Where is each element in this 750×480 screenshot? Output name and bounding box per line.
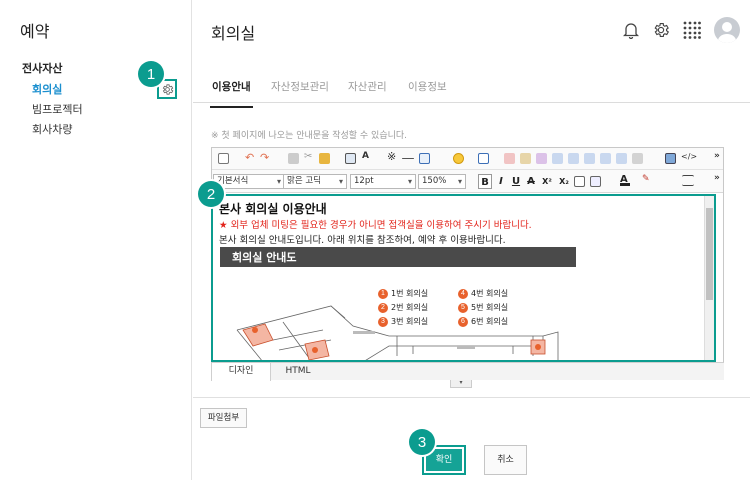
source-code-icon[interactable]: </> (681, 152, 697, 163)
emoticon-icon[interactable] (453, 153, 464, 164)
table-tool-icon[interactable] (520, 153, 531, 164)
font-family-select[interactable]: 맑은 고딕 (283, 174, 347, 189)
paragraph-style-select[interactable]: 기본서식 (213, 174, 285, 189)
table-tool-icon[interactable] (536, 153, 547, 164)
copy-icon[interactable] (288, 153, 299, 164)
divider (193, 397, 750, 398)
table-tool-icon[interactable] (504, 153, 515, 164)
step-badge-3: 3 (409, 429, 435, 455)
font-color-icon[interactable]: A (620, 174, 630, 186)
page-title: 회의실 (211, 24, 256, 43)
tab-usage-info[interactable]: 이용정보 (408, 79, 447, 94)
table-tool-icon[interactable] (632, 153, 643, 164)
highlight-color-icon[interactable]: ✎ (642, 174, 653, 185)
sidebar-item-company-car[interactable]: 회사차량 (32, 121, 72, 137)
cancel-button[interactable]: 취소 (484, 445, 527, 475)
strikethrough-button[interactable]: A (525, 174, 537, 189)
bold-button[interactable]: B (478, 174, 492, 189)
bell-icon[interactable] (623, 21, 639, 39)
subscript-button[interactable]: X₂ (557, 174, 571, 189)
gear-icon (162, 83, 173, 95)
paste-icon[interactable] (319, 153, 330, 164)
cut-icon[interactable]: ✂ (304, 151, 315, 162)
image-icon[interactable] (665, 153, 676, 164)
table-tool-icon[interactable] (584, 153, 595, 164)
header-actions (610, 14, 750, 46)
horizontal-rule-icon[interactable] (402, 158, 414, 159)
table-tool-icon[interactable] (552, 153, 563, 164)
editor-toolbar-row-1: ↶ ↷ ✂ A ※ </> » (212, 148, 723, 170)
tab-html-mode[interactable]: HTML (271, 363, 325, 381)
table-icon[interactable] (478, 153, 489, 164)
underline-button[interactable]: U (510, 174, 522, 189)
tab-asset-management[interactable]: 자산관리 (348, 79, 387, 94)
floor-plan-drawing (236, 305, 559, 360)
tab-asset-info-management[interactable]: 자산정보관리 (271, 79, 329, 94)
editor-resize-handle[interactable]: ▾ (450, 380, 472, 388)
scrollbar-thumb[interactable] (706, 208, 713, 300)
settings-gear-icon[interactable] (652, 21, 670, 39)
table-tool-icon[interactable] (568, 153, 579, 164)
table-tool-icon[interactable] (616, 153, 627, 164)
step-badge-1: 1 (138, 61, 164, 87)
tab-usage-guide[interactable]: 이용안내 (210, 79, 253, 108)
redo-icon[interactable]: ↷ (260, 151, 271, 164)
apps-grid-icon[interactable] (683, 21, 701, 39)
sidebar-item-beam-projector[interactable]: 빔프로젝터 (32, 101, 83, 117)
tab-bar: 이용안내 자산정보관리 자산관리 이용정보 (193, 64, 750, 108)
sidebar-item-meeting-room[interactable]: 회의실 (32, 81, 62, 97)
list-icon[interactable] (682, 175, 694, 186)
editor-mode-tabs: 디자인 HTML (211, 362, 724, 381)
more-tools-icon[interactable]: » (714, 151, 725, 162)
content-info: 본사 회의실 안내도입니다. 아래 위치를 참조하여, 예약 후 이용바랍니다. (219, 235, 506, 246)
editor-toolbar-row-2: 기본서식 맑은 고딕 12pt 150% B I U A X² X₂ A ✎ » (212, 170, 723, 193)
warning-text: 외부 업체 미팅은 필요한 경우가 아니면 접객실을 이용하여 주시기 바랍니다… (230, 220, 532, 231)
attach-file-button[interactable]: 파일첨부 (200, 408, 247, 428)
confirm-button-label: 확인 (426, 449, 462, 471)
special-char-icon[interactable]: ※ (387, 150, 398, 163)
step-badge-2: 2 (198, 181, 224, 207)
more-format-icon[interactable]: » (714, 173, 725, 184)
italic-button[interactable]: I (495, 174, 507, 189)
editor-content-area[interactable]: 본사 회의실 이용안내 ★ 외부 업체 미팅은 필요한 경우가 아니면 접객실을… (211, 194, 716, 362)
table-tool-icon[interactable] (600, 153, 611, 164)
sidebar-group-label: 전사자산 (22, 62, 63, 75)
superscript-button[interactable]: X² (540, 174, 554, 189)
format-copy-icon[interactable] (590, 176, 601, 187)
sidebar-title: 예약 (20, 22, 50, 41)
new-doc-icon[interactable] (218, 153, 229, 164)
avatar[interactable] (714, 17, 740, 43)
spellcheck-icon[interactable]: A (362, 151, 373, 162)
clear-format-icon[interactable] (574, 176, 585, 187)
font-size-select[interactable]: 12pt (350, 174, 416, 189)
insert-form-icon[interactable] (419, 153, 430, 164)
star-icon: ★ (219, 220, 228, 231)
content-title: 본사 회의실 이용안내 (219, 202, 327, 216)
editor-scrollbar[interactable] (704, 196, 714, 360)
tab-design-mode[interactable]: 디자인 (211, 363, 271, 381)
preview-icon[interactable] (345, 153, 356, 164)
content-warning: ★ 외부 업체 미팅은 필요한 경우가 아니면 접객실을 이용하여 주시기 바랍… (219, 217, 532, 231)
editor-note: ※ 첫 페이지에 나오는 안내문을 작성할 수 있습니다. (211, 131, 408, 141)
zoom-select[interactable]: 150% (418, 174, 466, 189)
undo-icon[interactable]: ↶ (245, 151, 256, 164)
floor-map-banner: 회의실 안내도 (220, 247, 576, 267)
